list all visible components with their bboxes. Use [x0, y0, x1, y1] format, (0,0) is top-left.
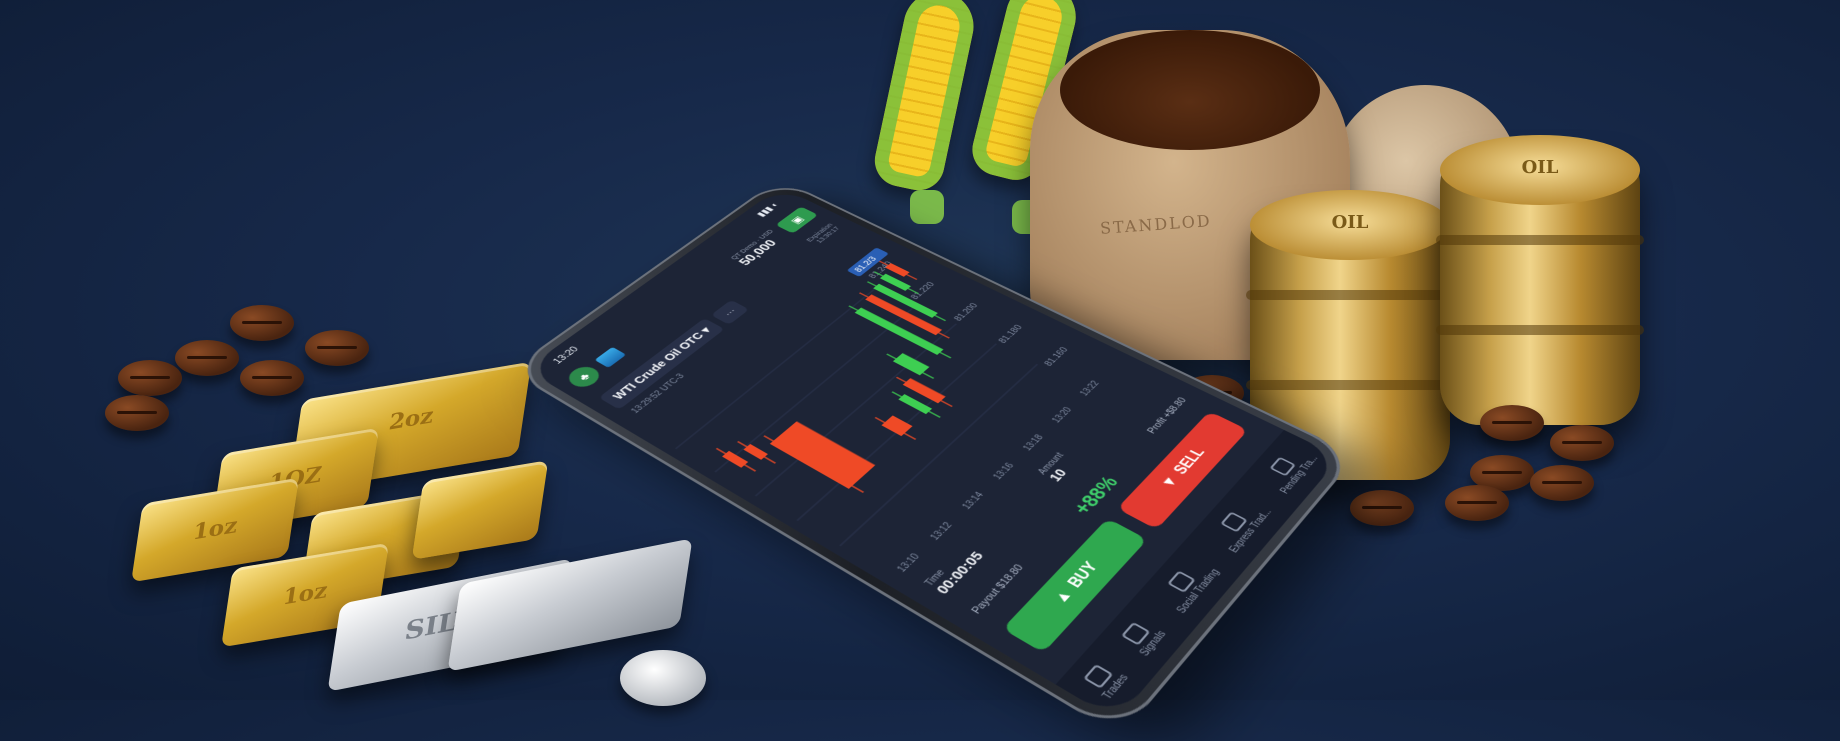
x-tick-label: 13:22: [1078, 379, 1102, 397]
deposit-button[interactable]: ▣: [775, 206, 819, 234]
coffee-bean: [1350, 490, 1414, 526]
price-level-label: 81.160: [1042, 346, 1070, 368]
grid-line: [676, 285, 880, 448]
buy-label: BUY: [1065, 559, 1102, 591]
nav-item-signals[interactable]: Signals: [1117, 617, 1169, 658]
coffee-bean: [175, 340, 239, 376]
x-tick-label: 13:16: [991, 461, 1016, 481]
nav-item-pending-trades[interactable]: Pending Tra...: [1258, 444, 1320, 495]
coffee-bean: [118, 360, 182, 396]
coffee-bean: [1530, 465, 1594, 501]
profit-percent: +88%: [1068, 472, 1124, 519]
candle-up: [892, 353, 930, 376]
payout-text: Payout $18.80: [969, 562, 1027, 616]
amount-control[interactable]: Amount 10: [1037, 452, 1081, 485]
commodities-scene: STANDLOD OIL OIL 2oz 1OZ 1oz 1oz SILVE 1…: [0, 0, 1840, 738]
wallet-icon: ▣: [787, 214, 806, 226]
arrow-up-icon: ▲: [1050, 586, 1077, 607]
coffee-bean: [1550, 425, 1614, 461]
sell-label: SELL: [1171, 445, 1209, 477]
app-logo-icon: [594, 346, 627, 368]
coffee-bean: [305, 330, 369, 366]
coffee-bean: [1480, 405, 1544, 441]
candle-down: [769, 421, 876, 489]
x-tick-label: 13:20: [1050, 406, 1074, 425]
x-tick-label: 13:14: [960, 490, 986, 511]
candle-down: [885, 263, 910, 277]
arrow-down-icon: ▼: [1158, 473, 1183, 491]
oil-barrel-back: OIL: [1436, 135, 1644, 425]
x-tick-label: 13:12: [928, 520, 954, 541]
price-level-label: 81.180: [996, 323, 1024, 344]
nav-item-social-trading[interactable]: Social Trading: [1154, 556, 1222, 615]
more-options-button[interactable]: ···: [710, 299, 749, 325]
coffee-bean: [105, 395, 169, 431]
avatar[interactable]: ♣: [563, 363, 605, 391]
barrel-label: OIL: [1521, 157, 1559, 178]
coffee-bean: [240, 360, 304, 396]
time-control[interactable]: Time 00:00:05: [923, 544, 987, 597]
chevron-down-icon: ▾: [697, 325, 714, 335]
trading-app-screen: 13:20 ▮▮▮ ◐ ♣ QT Demo · USD 50,000 ▣ WTI…: [525, 186, 1341, 721]
profit-text: Profit +$8.80: [1145, 396, 1189, 436]
coffee-bean: [1445, 485, 1509, 521]
nav-item-express-trades[interactable]: Express Trad...: [1207, 497, 1274, 554]
candle-down: [881, 415, 913, 437]
phone-wrapper: 13:20 ▮▮▮ ◐ ♣ QT Demo · USD 50,000 ▣ WTI…: [508, 60, 1358, 738]
x-tick-label: 13:10: [895, 552, 922, 574]
smartphone: 13:20 ▮▮▮ ◐ ♣ QT Demo · USD 50,000 ▣ WTI…: [508, 178, 1358, 738]
nav-item-trades[interactable]: Trades: [1079, 660, 1131, 701]
candle-down: [722, 450, 749, 468]
x-tick-label: 13:18: [1021, 433, 1046, 452]
coffee-bean: [230, 305, 294, 341]
barrel-label: OIL: [1331, 212, 1369, 233]
price-level-label: 81.200: [952, 302, 980, 322]
